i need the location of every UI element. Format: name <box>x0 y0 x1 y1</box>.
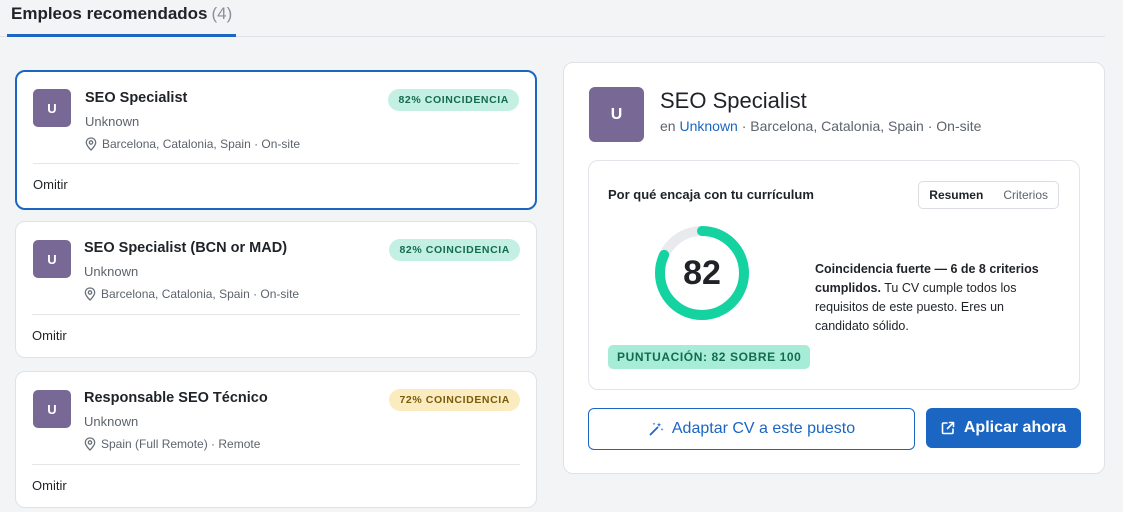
company-logo: U <box>33 89 71 127</box>
magic-wand-icon <box>649 422 664 436</box>
score-value: 82 <box>683 253 721 292</box>
divider <box>32 314 520 315</box>
company-logo: U <box>589 87 644 142</box>
omit-button[interactable]: Omitir <box>33 177 68 192</box>
match-badge: 82% COINCIDENCIA <box>389 239 520 261</box>
adapt-cv-label: Adaptar CV a este puesto <box>671 420 856 437</box>
map-pin-icon <box>84 287 96 301</box>
omit-button[interactable]: Omitir <box>32 478 67 493</box>
detail-job-title: SEO Specialist <box>660 88 807 113</box>
match-badge: 72% COINCIDENCIA <box>389 389 520 411</box>
fit-title: Por qué encaja con tu currículum <box>608 187 814 202</box>
map-pin-icon <box>84 437 96 451</box>
job-company: Unknown <box>84 414 139 429</box>
fit-summary-card: Por qué encaja con tu currículum Resumen… <box>588 160 1080 390</box>
tab-label: Empleos recomendados <box>11 4 208 23</box>
fit-description: Coincidencia fuerte — 6 de 8 criterios c… <box>815 260 1055 336</box>
tab-criteria[interactable]: Criterios <box>1003 188 1048 202</box>
match-badge: 82% COINCIDENCIA <box>388 89 519 111</box>
divider <box>33 163 519 164</box>
external-link-icon <box>941 421 955 435</box>
job-card[interactable]: U SEO Specialist (BCN or MAD) Unknown Ba… <box>15 221 537 358</box>
job-location-text: Barcelona, Catalonia, Spain · On-site <box>101 287 300 301</box>
job-title: SEO Specialist <box>85 90 188 106</box>
map-pin-icon <box>85 137 97 151</box>
company-logo: U <box>33 390 71 428</box>
fit-view-toggle: Resumen Criterios <box>918 181 1059 209</box>
job-card[interactable]: U SEO Specialist Unknown Barcelona, Cata… <box>15 70 537 210</box>
subtitle-prefix: en <box>660 118 676 134</box>
score-label: PUNTUACIÓN: 82 SOBRE 100 <box>608 345 811 369</box>
apply-now-button[interactable]: Aplicar ahora <box>926 408 1081 448</box>
divider <box>32 464 520 465</box>
job-title: Responsable SEO Técnico <box>84 390 268 406</box>
tab-summary[interactable]: Resumen <box>929 188 983 202</box>
detail-subtitle: en Unknown · Barcelona, Catalonia, Spain… <box>660 118 981 134</box>
job-location: Barcelona, Catalonia, Spain · On-site <box>84 287 299 301</box>
job-company: Unknown <box>84 264 139 279</box>
company-logo: U <box>33 240 71 278</box>
job-location: Barcelona, Catalonia, Spain · On-site <box>85 137 300 151</box>
company-link[interactable]: Unknown <box>679 118 737 134</box>
job-detail-panel: U SEO Specialist en Unknown · Barcelona,… <box>563 62 1105 474</box>
job-location-text: Spain (Full Remote) · Remote <box>101 437 261 451</box>
job-location-text: Barcelona, Catalonia, Spain · On-site <box>102 137 301 151</box>
adapt-cv-button[interactable]: Adaptar CV a este puesto <box>588 408 915 450</box>
tab-recommended-jobs[interactable]: Empleos recomendados (4) <box>7 0 237 37</box>
job-company: Unknown <box>85 114 140 129</box>
omit-button[interactable]: Omitir <box>32 328 67 343</box>
job-card[interactable]: U Responsable SEO Técnico Unknown Spain … <box>15 371 537 508</box>
job-location: Spain (Full Remote) · Remote <box>84 437 260 451</box>
tab-bar: Empleos recomendados (4) <box>0 0 1105 37</box>
subtitle-location: · Barcelona, Catalonia, Spain · On-site <box>741 118 982 134</box>
score-gauge: 82 <box>653 224 751 322</box>
apply-now-label: Aplicar ahora <box>963 419 1067 436</box>
job-title: SEO Specialist (BCN or MAD) <box>84 240 288 256</box>
tab-count: (4) <box>211 4 233 23</box>
